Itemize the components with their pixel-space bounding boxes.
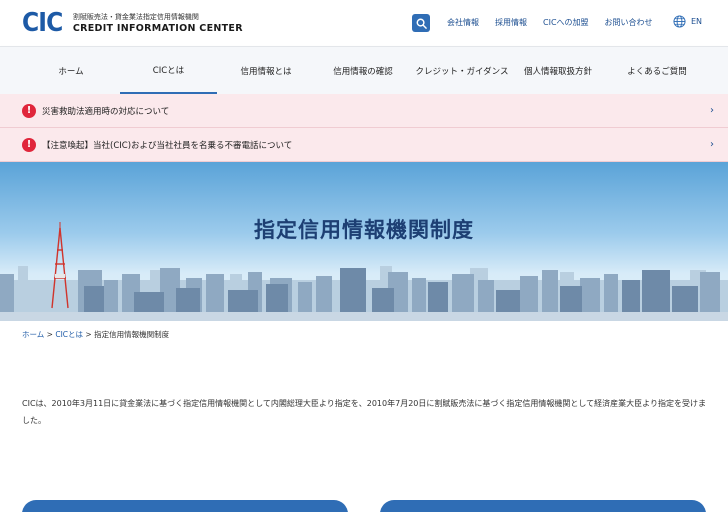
logo-title: CREDIT INFORMATION CENTER	[72, 22, 243, 34]
intro-paragraph: CICは、2010年3月11日に貸金業法に基づく指定信用情報機関として内閣総理大…	[22, 399, 706, 425]
global-nav: ホーム CICとは 信用情報とは 信用情報の確認 クレジット・ガイダンス 個人情…	[0, 46, 728, 94]
nav-item-check-credit[interactable]: 信用情報の確認	[316, 47, 410, 94]
alert-text: 【注意喚起】当社(CIC)および当社社員を名乗る不審電話について	[42, 140, 293, 151]
alert-text: 災害救助法適用時の対応について	[42, 106, 170, 117]
hero-banner: 指定信用情報機関制度	[0, 162, 728, 321]
chevron-right-icon: ›	[710, 139, 714, 150]
link-membership[interactable]: CICへの加盟	[543, 17, 589, 28]
breadcrumb-current: 指定信用情報機関制度	[94, 330, 170, 339]
alert-banner-scam-calls[interactable]: ! 【注意喚起】当社(CIC)および当社社員を名乗る不審電話について ›	[0, 128, 728, 162]
nav-item-credit-guidance[interactable]: クレジット・ガイダンス	[412, 47, 512, 94]
breadcrumb-separator: >	[44, 330, 56, 339]
search-button[interactable]	[412, 14, 430, 32]
link-company-info[interactable]: 会社情報	[447, 17, 479, 28]
logo-subtitle: 割賦販売法・貸金業法指定信用情報機関	[72, 12, 199, 21]
nav-item-credit-info[interactable]: 信用情報とは	[225, 47, 307, 94]
breadcrumb-home[interactable]: ホーム	[22, 330, 44, 339]
logo-text: 割賦販売法・貸金業法指定信用情報機関 CREDIT INFORMATION CE…	[73, 12, 243, 35]
nav-item-faq[interactable]: よくあるご質問	[612, 47, 702, 94]
breadcrumb-about-cic[interactable]: CICとは	[55, 330, 83, 339]
alert-icon: !	[22, 103, 36, 118]
language-switch[interactable]: EN	[673, 15, 702, 28]
language-label: EN	[691, 17, 703, 26]
site-logo[interactable]: CIC 割賦販売法・貸金業法指定信用情報機関 CREDIT INFORMATIO…	[22, 10, 243, 36]
content-card-right[interactable]	[380, 500, 706, 512]
breadcrumb-separator: >	[83, 330, 95, 339]
nav-item-privacy-policy[interactable]: 個人情報取扱方針	[513, 47, 603, 94]
page-title: 指定信用情報機関制度	[254, 218, 474, 242]
link-contact[interactable]: お問い合わせ	[605, 17, 653, 28]
breadcrumb: ホーム > CICとは > 指定信用情報機関制度	[22, 329, 169, 340]
content-card-left[interactable]	[22, 500, 348, 512]
alert-icon: !	[22, 137, 36, 152]
nav-item-about-cic[interactable]: CICとは	[120, 47, 217, 94]
globe-icon	[673, 15, 686, 28]
alert-banner-disaster[interactable]: ! 災害救助法適用時の対応について ›	[0, 94, 728, 128]
chevron-right-icon: ›	[710, 105, 714, 116]
site-header: CIC 割賦販売法・貸金業法指定信用情報機関 CREDIT INFORMATIO…	[0, 0, 728, 46]
link-recruit[interactable]: 採用情報	[495, 17, 527, 28]
search-icon	[416, 18, 427, 29]
utility-links: 会社情報 採用情報 CICへの加盟 お問い合わせ	[447, 17, 669, 28]
logo-mark: CIC	[22, 8, 63, 38]
